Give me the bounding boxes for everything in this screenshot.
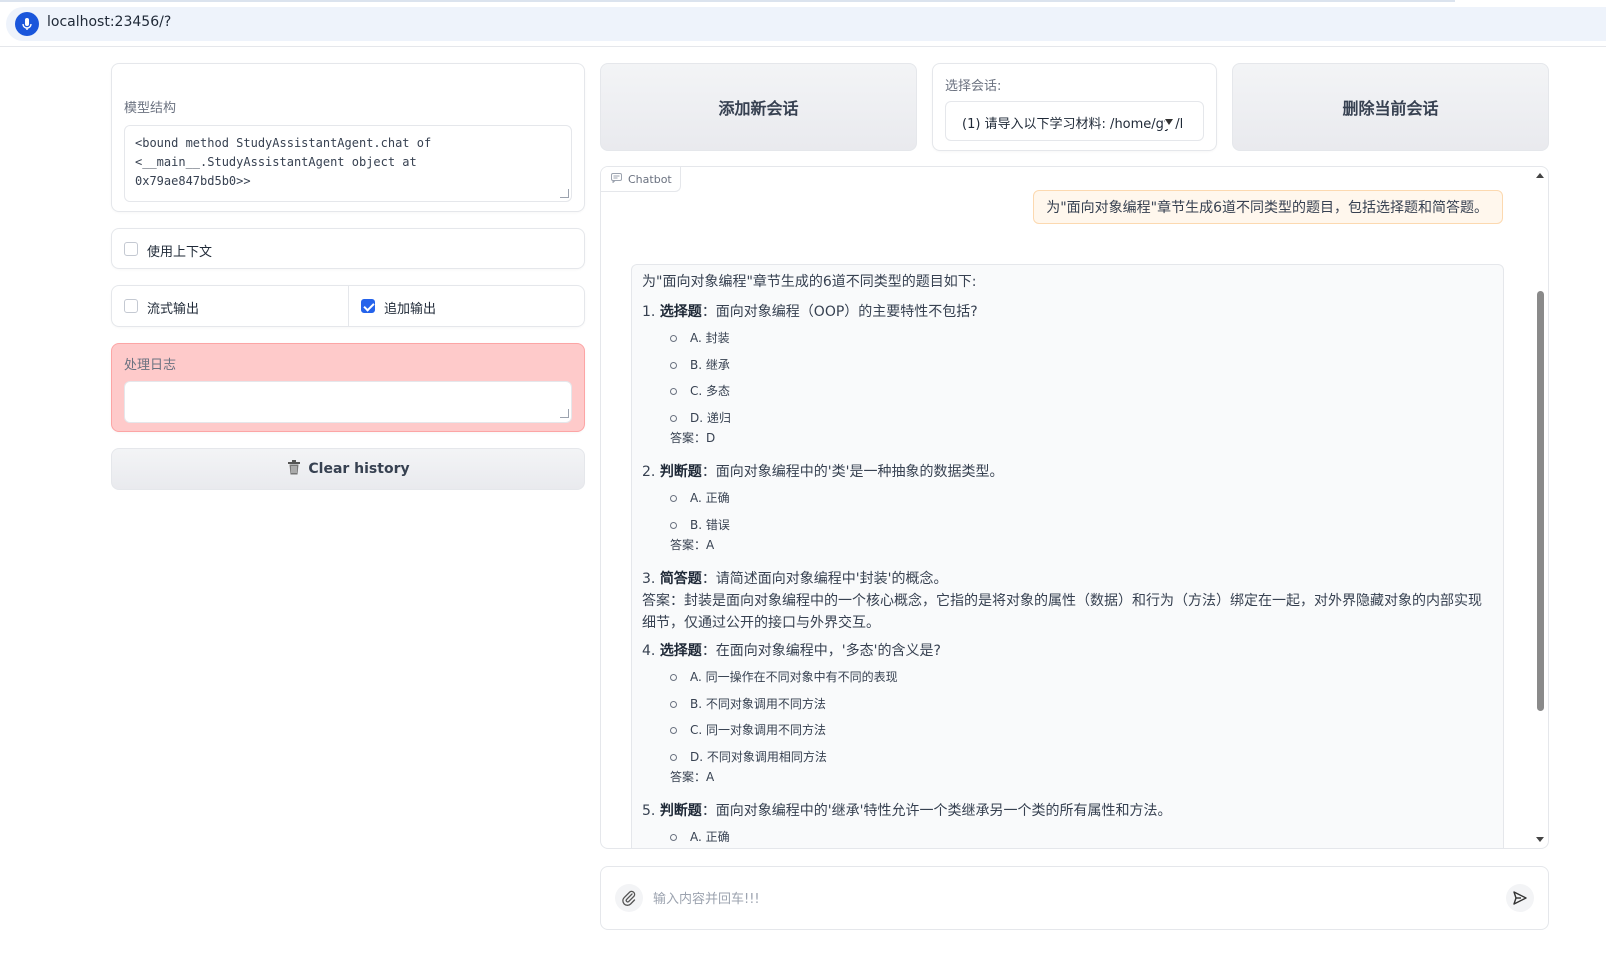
chat-bubble-icon [611, 172, 622, 186]
question-2: 2. 判断题：面向对象编程中的'类'是一种抽象的数据类型。 [642, 461, 1493, 483]
page-load-progress [0, 0, 1455, 2]
answer-long: 答案：封装是面向对象编程中的一个核心概念，它指的是将对象的属性（数据）和行为（方… [642, 593, 1482, 631]
option-list: A. 正确 B. 错误 [670, 485, 1493, 538]
chatbot-tag-label: Chatbot [628, 172, 672, 186]
scroll-down-icon[interactable] [1536, 837, 1544, 842]
use-context-label[interactable]: 使用上下文 [147, 241, 212, 260]
bot-message: 为"面向对象编程"章节生成的6道不同类型的题目如下: 1. 选择题：面向对象编程… [631, 264, 1504, 848]
resize-handle-icon[interactable] [560, 409, 569, 418]
delete-session-button[interactable]: 删除当前会话 [1232, 63, 1549, 151]
question-text: ：面向对象编程中的'继承'特性允许一个类继承另一个类的所有属性和方法。 [701, 803, 1172, 819]
browser-url-bar: localhost:23456/? [0, 0, 1606, 47]
question-4: 4. 选择题：在面向对象编程中，'多态'的含义是? [642, 640, 1493, 662]
model-structure-label: 模型结构 [124, 101, 177, 116]
model-structure-textarea[interactable]: <bound method StudyAssistantAgent.chat o… [124, 125, 572, 202]
use-context-checkbox[interactable] [124, 242, 138, 256]
append-output-checkbox[interactable] [361, 299, 375, 313]
address-field[interactable] [6, 7, 1606, 41]
answer: 答案：A [670, 770, 715, 784]
stream-output-label[interactable]: 流式输出 [147, 298, 199, 317]
processing-log-textarea[interactable] [124, 381, 572, 423]
question-5: 5. 判断题：面向对象编程中的'继承'特性允许一个类继承另一个类的所有属性和方法… [642, 800, 1493, 822]
question-type: 选择题 [659, 304, 702, 320]
question-number: 1. [642, 304, 656, 320]
list-item: D. 不同对象调用相同方法 [670, 744, 1493, 771]
list-item: B. 错误 [670, 512, 1493, 539]
output-options-panel: 流式输出 追加输出 [111, 285, 585, 327]
list-item: B. 继承 [670, 352, 1493, 379]
chatbot-panel[interactable]: Chatbot 为"面向对象编程"章节生成6道不同类型的题目，包括选择题和简答题… [600, 166, 1549, 849]
session-select-label: 选择会话: [945, 79, 1002, 94]
question-3: 3. 简答题：请简述面向对象编程中'封装'的概念。 [642, 568, 1493, 590]
session-selected-value: (1) 请导入以下学习材料: /home/gyl/l [962, 117, 1184, 132]
stream-output-checkbox[interactable] [124, 299, 138, 313]
answer: 答案：A [670, 538, 715, 552]
option-list: A. 同一操作在不同对象中有不同的表现 B. 不同对象调用不同方法 C. 同一对… [670, 664, 1493, 770]
divider [348, 286, 349, 326]
answer: 答案：D [670, 431, 716, 445]
session-select-dropdown[interactable]: (1) 请导入以下学习材料: /home/gyl/l [945, 101, 1204, 141]
list-item: A. 正确 [670, 824, 1493, 848]
question-text: ：面向对象编程（OOP）的主要特性不包括? [701, 304, 978, 320]
question-type: 判断题 [659, 803, 702, 819]
bot-intro: 为"面向对象编程"章节生成的6道不同类型的题目如下: [642, 274, 977, 290]
list-item: A. 封装 [670, 325, 1493, 352]
question-text: ：请简述面向对象编程中'封装'的概念。 [701, 571, 948, 587]
list-item: C. 同一对象调用不同方法 [670, 717, 1493, 744]
question-number: 2. [642, 464, 656, 480]
model-structure-panel: 模型结构 <bound method StudyAssistantAgent.c… [111, 63, 585, 212]
question-number: 5. [642, 803, 656, 819]
list-item: B. 不同对象调用不同方法 [670, 691, 1493, 718]
question-number: 3. [642, 571, 656, 587]
question-text: ：面向对象编程中的'类'是一种抽象的数据类型。 [701, 464, 1004, 480]
clear-history-label: Clear history [308, 461, 410, 477]
list-item: D. 递归 [670, 405, 1493, 432]
list-item: A. 同一操作在不同对象中有不同的表现 [670, 664, 1493, 691]
chevron-down-icon [1165, 119, 1173, 125]
list-item: A. 正确 [670, 485, 1493, 512]
option-list: A. 正确 [670, 824, 1493, 848]
option-list: A. 封装 B. 继承 C. 多态 D. 递归 [670, 325, 1493, 431]
resize-handle-icon[interactable] [560, 189, 569, 198]
user-message: 为"面向对象编程"章节生成6道不同类型的题目，包括选择题和简答题。 [1033, 190, 1503, 224]
list-item: C. 多态 [670, 378, 1493, 405]
url-text[interactable]: localhost:23456/? [47, 14, 171, 30]
question-type: 选择题 [659, 643, 702, 659]
question-1: 1. 选择题：面向对象编程（OOP）的主要特性不包括? [642, 301, 1493, 323]
use-context-panel: 使用上下文 [111, 228, 585, 269]
chatbot-tag: Chatbot [601, 167, 681, 192]
chat-input-field[interactable]: 输入内容并回车!!! [653, 888, 760, 907]
processing-log-panel: 处理日志 [111, 343, 585, 432]
send-icon[interactable] [1506, 884, 1534, 912]
add-session-button[interactable]: 添加新会话 [600, 63, 917, 151]
microphone-icon[interactable] [15, 12, 39, 36]
append-output-label[interactable]: 追加输出 [384, 298, 436, 317]
chat-input-box[interactable]: 输入内容并回车!!! [600, 866, 1549, 930]
question-type: 判断题 [659, 464, 702, 480]
question-type: 简答题 [659, 571, 702, 587]
processing-log-label: 处理日志 [124, 358, 177, 373]
scroll-up-icon[interactable] [1536, 173, 1544, 178]
session-select-panel: 选择会话: (1) 请导入以下学习材料: /home/gyl/l [932, 63, 1217, 151]
paperclip-icon[interactable] [615, 884, 643, 912]
clear-history-button[interactable]: Clear history [111, 448, 585, 490]
scrollbar-thumb[interactable] [1537, 291, 1544, 711]
trash-icon [286, 459, 302, 480]
question-text: ：在面向对象编程中，'多态'的含义是? [701, 643, 941, 659]
question-number: 4. [642, 643, 656, 659]
